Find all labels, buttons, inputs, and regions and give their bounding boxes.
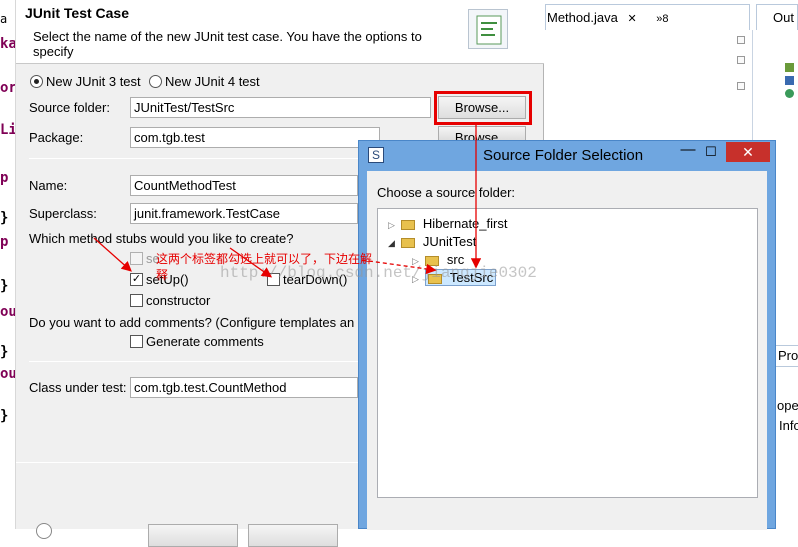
annotation-arrows [93, 125, 482, 278]
arrow-from-box [361, 259, 437, 275]
arrow-to-setup [93, 237, 132, 272]
arrow-to-teardown [229, 247, 273, 278]
